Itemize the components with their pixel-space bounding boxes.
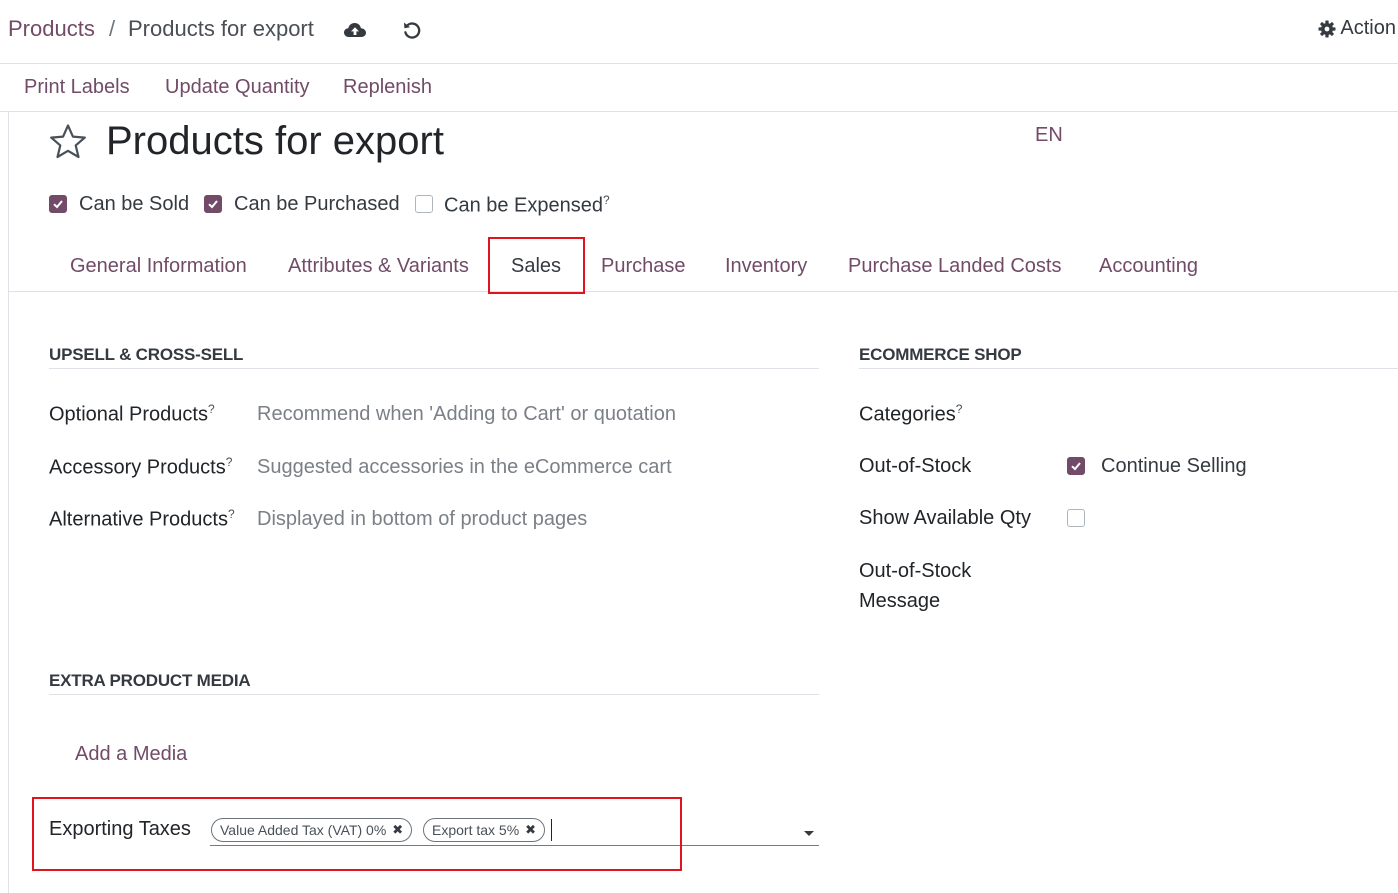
tab-purchase-landed-costs[interactable]: Purchase Landed Costs [848,255,1061,278]
tab-purchase[interactable]: Purchase [601,255,686,278]
breadcrumb-separator: / [109,16,116,41]
print-labels-button[interactable]: Print Labels [24,76,130,99]
breadcrumb-products[interactable]: Products [8,16,95,42]
upsell-section-divider [49,368,819,369]
can-be-expensed-label: Can be Expensed? [444,193,610,217]
action-menu-button[interactable]: Action [1318,17,1396,40]
caret-down-icon[interactable] [804,831,814,836]
show-available-qty-checkbox[interactable] [1067,509,1085,527]
ecommerce-section-divider [859,368,1398,369]
out-of-stock-message-label-line2: Message [859,590,941,612]
help-tooltip[interactable]: ? [603,193,610,207]
highlight-exporting-taxes [32,797,682,871]
continue-selling-checkbox[interactable] [1067,457,1085,475]
help-tooltip[interactable]: ? [956,402,963,416]
accessory-products-input[interactable]: Suggested accessories in the eCommerce c… [257,456,672,479]
favorite-star-button[interactable] [48,122,88,162]
can-be-purchased-label: Can be Purchased [234,193,400,215]
language-switch[interactable]: EN [1035,124,1063,147]
can-be-purchased-checkbox[interactable] [204,195,222,213]
discard-button[interactable] [399,17,425,43]
upsell-section-title: UPSELL & CROSS-SELL [49,345,244,364]
add-media-button[interactable]: Add a Media [75,743,187,766]
media-section-divider [49,694,819,695]
help-tooltip[interactable]: ? [208,402,215,416]
alternative-products-input[interactable]: Displayed in bottom of product pages [257,508,587,531]
replenish-button[interactable]: Replenish [343,76,432,99]
ecommerce-section-title: ECOMMERCE SHOP [859,345,1022,364]
optional-products-label: Optional Products? [49,402,215,426]
tab-general-information[interactable]: General Information [70,255,247,278]
can-be-sold-checkbox[interactable] [49,195,67,213]
breadcrumb-current: Products for export [128,16,314,41]
can-be-expensed-checkbox[interactable] [415,195,433,213]
sheet-border [8,112,9,893]
alternative-products-label: Alternative Products? [49,507,235,531]
tabs-divider [9,291,1398,292]
star-icon [50,124,86,159]
tab-attributes-variants[interactable]: Attributes & Variants [288,255,469,278]
tab-inventory[interactable]: Inventory [725,255,807,278]
check-icon [1071,462,1081,471]
media-section-title: EXTRA PRODUCT MEDIA [49,671,251,690]
check-icon [53,200,63,209]
can-be-sold-label: Can be Sold [79,193,190,215]
continue-selling-label: Continue Selling [1101,455,1247,477]
out-of-stock-message-label-line1: Out-of-Stock [859,560,972,582]
action-label: Action [1340,17,1396,39]
help-tooltip[interactable]: ? [226,455,233,469]
tab-accounting[interactable]: Accounting [1099,255,1198,278]
update-quantity-button[interactable]: Update Quantity [165,76,310,99]
cloud-upload-icon [344,23,366,37]
save-button[interactable] [342,17,368,43]
gear-icon [1318,20,1336,37]
show-available-qty-label: Show Available Qty [859,507,1031,529]
accessory-products-label: Accessory Products? [49,455,233,479]
highlight-sales-tab [488,237,585,294]
optional-products-input[interactable]: Recommend when 'Adding to Cart' or quota… [257,403,676,426]
product-name[interactable]: Products for export [106,119,444,164]
help-tooltip[interactable]: ? [228,507,235,521]
undo-icon [404,22,421,39]
categories-label: Categories? [859,402,963,426]
check-icon [208,200,218,209]
out-of-stock-label: Out-of-Stock [859,455,972,477]
